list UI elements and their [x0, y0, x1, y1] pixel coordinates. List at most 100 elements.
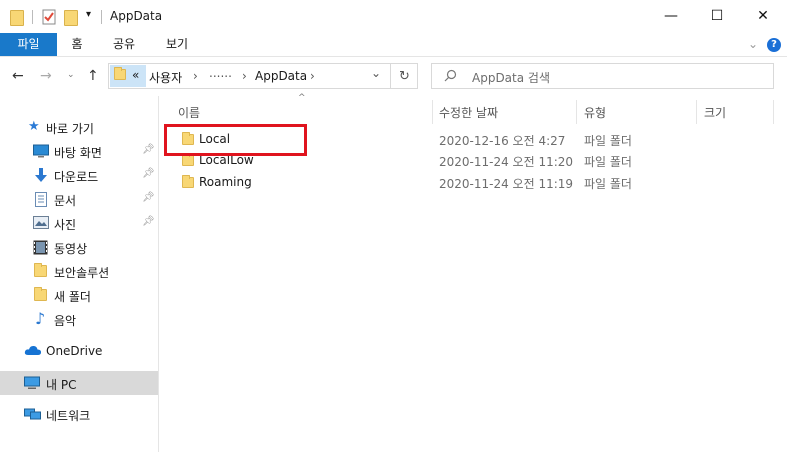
new-folder-icon[interactable] [64, 10, 78, 26]
sidebar-item-onedrive[interactable]: OneDrive [0, 339, 158, 363]
file-row[interactable]: Roaming 2020-11-24 오전 11:19 파일 폴더 [172, 172, 772, 193]
folder-icon [182, 132, 194, 145]
column-header-label: 크기 [704, 106, 727, 120]
cloud-icon [24, 345, 42, 359]
search-input[interactable]: AppData 검색 [472, 69, 550, 86]
file-name: Roaming [199, 175, 252, 189]
sidebar-item-quick-access[interactable]: ★ 바로 가기 [0, 115, 158, 139]
pictures-icon [33, 216, 49, 230]
tab-share[interactable]: 공유 [104, 33, 144, 56]
address-dropdown-icon[interactable]: ⌄ [371, 66, 381, 80]
help-icon[interactable]: ? [767, 38, 781, 52]
customize-quick-access-icon[interactable]: ▾ [86, 9, 91, 20]
sidebar-item-security-solution[interactable]: 보안솔루션 [0, 259, 158, 283]
sidebar-item-label: 다운로드 [54, 170, 99, 184]
file-type: 파일 폴더 [584, 134, 632, 148]
network-icon [24, 407, 41, 421]
sidebar-item-label: 새 폴더 [54, 290, 91, 304]
folder-icon [182, 175, 194, 188]
sidebar-item-documents[interactable]: 문서 📌︎ [0, 187, 158, 211]
address-bar[interactable]: « 사용자 › ...... › AppData › ⌄ [108, 63, 418, 89]
column-header-label: 유형 [584, 106, 607, 120]
tab-home[interactable]: 홈 [62, 33, 92, 56]
document-icon [35, 192, 50, 207]
divider [32, 10, 33, 24]
sidebar-item-label: 바탕 화면 [54, 146, 102, 160]
back-icon[interactable]: ← [12, 68, 24, 84]
sidebar-item-pictures[interactable]: 사진 📌︎ [0, 211, 158, 235]
sidebar-item-music[interactable]: ♪ 음악 [0, 307, 158, 331]
pin-icon[interactable]: 📌︎ [142, 144, 155, 155]
sidebar-item-label: 사진 [54, 218, 77, 232]
column-header-label: 이름 [178, 106, 201, 120]
breadcrumb-chevron-icon[interactable]: › [310, 69, 315, 83]
sidebar-item-desktop[interactable]: 바탕 화면 📌︎ [0, 139, 158, 163]
folder-icon [34, 263, 49, 279]
column-header-type[interactable]: 유형 [577, 96, 695, 126]
folder-icon [114, 67, 126, 80]
column-divider[interactable] [773, 100, 774, 124]
sidebar-item-label: 내 PC [46, 378, 77, 392]
breadcrumb-overflow-icon[interactable]: « [132, 68, 139, 82]
video-icon [33, 240, 48, 255]
column-header-size[interactable]: 크기 [697, 96, 773, 126]
file-type: 파일 폴더 [584, 177, 632, 191]
sidebar-item-downloads[interactable]: 다운로드 📌︎ [0, 163, 158, 187]
sidebar-item-network[interactable]: 네트워크 [0, 402, 158, 426]
sidebar-item-this-pc[interactable]: 내 PC [0, 371, 158, 395]
sidebar-item-label: 동영상 [54, 242, 88, 256]
sidebar-item-label: 문서 [54, 194, 77, 208]
file-name: LocalLow [199, 153, 254, 167]
file-date: 2020-12-16 오전 4:27 [439, 134, 566, 148]
properties-icon[interactable] [42, 9, 56, 28]
desktop-icon [33, 144, 49, 158]
sidebar-item-label: 보안솔루션 [54, 266, 110, 280]
sidebar-item-label: 네트워크 [46, 409, 91, 423]
file-date: 2020-11-24 오전 11:20 [439, 155, 574, 169]
breadcrumb-users[interactable]: 사용자 [149, 69, 182, 86]
ribbon-tabs: 파일 홈 공유 보기 ⌄ ? [0, 33, 787, 57]
title-bar: ▾ AppData — ☐ ✕ [0, 0, 787, 33]
expand-ribbon-icon[interactable]: ⌄ [744, 33, 762, 56]
sidebar-item-videos[interactable]: 동영상 [0, 235, 158, 259]
up-icon[interactable]: ↑ [87, 68, 99, 84]
divider [101, 10, 102, 24]
sidebar-item-label: 음악 [54, 314, 77, 328]
folder-icon [34, 287, 49, 303]
sidebar-item-label: OneDrive [46, 344, 103, 358]
search-box[interactable]: AppData 검색 [431, 63, 774, 89]
search-icon [444, 69, 457, 86]
sidebar-item-label: 바로 가기 [46, 122, 94, 136]
tab-file[interactable]: 파일 [0, 33, 57, 56]
minimize-button[interactable]: — [648, 0, 694, 32]
breadcrumb-username[interactable]: ...... [209, 66, 232, 80]
window-title: AppData [110, 9, 163, 23]
sidebar-item-new-folder[interactable]: 새 폴더 [0, 283, 158, 307]
column-header-name[interactable]: 이름 [172, 96, 430, 126]
file-type: 파일 폴더 [584, 155, 632, 169]
forward-icon[interactable]: → [40, 68, 52, 84]
tab-view[interactable]: 보기 [157, 33, 197, 56]
navigation-pane: ★ 바로 가기 바탕 화면 📌︎ 다운로드 📌︎ 문서 📌︎ 사진 📌︎ 동영상… [0, 110, 158, 452]
computer-icon [24, 376, 40, 390]
file-row[interactable]: LocalLow 2020-11-24 오전 11:20 파일 폴더 [172, 150, 772, 171]
folder-icon [10, 10, 24, 26]
breadcrumb-chevron-icon[interactable]: › [193, 69, 198, 83]
column-header-label: 수정한 날짜 [439, 106, 499, 120]
pin-icon[interactable]: 📌︎ [142, 192, 155, 203]
folder-icon [182, 153, 194, 166]
maximize-button[interactable]: ☐ [694, 0, 740, 32]
column-header-date-modified[interactable]: 수정한 날짜 [433, 96, 575, 126]
recent-locations-icon[interactable]: ⌄ [67, 70, 75, 80]
file-row[interactable]: Local 2020-12-16 오전 4:27 파일 폴더 [172, 129, 772, 150]
pin-icon[interactable]: 📌︎ [142, 216, 155, 227]
file-date: 2020-11-24 오전 11:19 [439, 177, 574, 191]
close-button[interactable]: ✕ [740, 0, 786, 32]
pin-icon[interactable]: 📌︎ [142, 168, 155, 179]
pane-divider[interactable] [158, 96, 159, 452]
refresh-icon[interactable]: ↻ [390, 63, 418, 89]
breadcrumb-chevron-icon[interactable]: › [242, 69, 247, 83]
download-icon [34, 168, 49, 182]
navigation-bar: ← → ⌄ ↑ « 사용자 › ...... › AppData › ⌄ ↻ A… [0, 58, 787, 96]
breadcrumb-appdata[interactable]: AppData [255, 69, 307, 83]
